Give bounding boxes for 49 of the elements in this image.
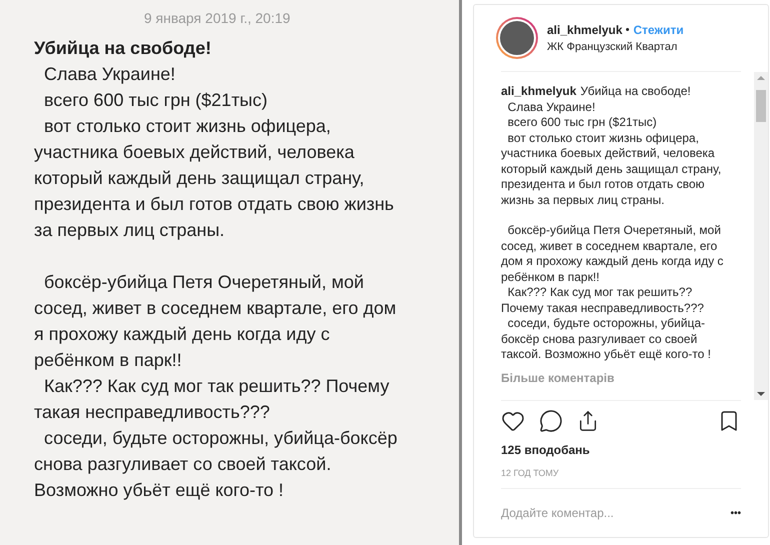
- comment-field[interactable]: Додайте коментар...: [501, 504, 730, 522]
- note-line: ребёнком в парк!!: [34, 349, 182, 372]
- username-link[interactable]: ali_khmelyuk: [547, 20, 622, 39]
- note-line: такая несправедливость???: [34, 401, 270, 424]
- scrollbar[interactable]: [754, 72, 768, 400]
- note-line: за первых лиц страны.: [34, 219, 225, 242]
- note-line: Слава Украине!: [43, 63, 176, 86]
- share-icon[interactable]: [577, 410, 599, 432]
- post-time: 12 ГОД ТОМУ: [500, 466, 560, 480]
- caption-line: жизнь за первых лиц страны.: [501, 192, 664, 208]
- caption-line: сосед, живет в соседнем квартале, его: [501, 238, 718, 254]
- location-link[interactable]: ЖК Французский Квартал: [547, 38, 684, 56]
- note-title: Убийца на свободе!: [34, 37, 212, 60]
- caption-line: вот столько стоит жизнь офицера,: [506, 130, 699, 146]
- caption-line: ребёнком в парк!!: [501, 270, 600, 285]
- comment-icon[interactable]: [539, 408, 563, 432]
- dot-separator-icon: [626, 28, 630, 32]
- note-line: Как??? Как суд мог так решить?? Почему: [43, 375, 390, 398]
- note-line: вот столько стоит жизнь офицера,: [43, 115, 331, 138]
- caption-line: Слава Украине!: [506, 100, 596, 115]
- likes-count[interactable]: 125 вподобань: [474, 440, 768, 458]
- note-line: снова разгуливает со своей таксой.: [34, 453, 332, 476]
- caption-line: который каждый день защищал страну,: [501, 162, 722, 177]
- note-line: я прохожу каждый день когда иду с: [34, 323, 330, 346]
- caption-author-link[interactable]: ali_khmelyuk: [501, 84, 576, 100]
- caption-line: Убийца на свободе!: [580, 84, 691, 100]
- avatar[interactable]: [496, 17, 538, 59]
- note-line: соседи, будьте осторожны, убийца-боксёр: [43, 427, 398, 450]
- caption-line: соседи, будьте осторожны, убийца-: [506, 316, 705, 332]
- caption-line: всего 600 тыс грн ($21тыс): [506, 115, 657, 130]
- caption-line: дом я прохожу каждый день когда иду с: [501, 254, 724, 270]
- note-line: всего 600 тыс грн ($21тыс): [43, 89, 268, 112]
- caption-line: президента и был готов отдать свою: [501, 177, 705, 192]
- scrollbar-thumb[interactable]: [756, 90, 766, 122]
- note-line: президента и был готов отдать свою жизнь: [34, 193, 394, 216]
- note-line: сосед, живет в соседнем квартале, его дом: [34, 297, 396, 320]
- caption-line: боксёр снова разгуливает со своей: [501, 332, 698, 347]
- caption-line: таксой. Возможно убьёт ещё кого-то !: [501, 347, 711, 362]
- caption-line: Как??? Как суд мог так решить??: [506, 285, 692, 300]
- note-line: участника боевых действий, человека: [34, 141, 354, 164]
- more-options-button[interactable]: •••: [730, 506, 741, 520]
- caption-line: участника боевых действий, человека: [501, 146, 715, 162]
- caption-line: Почему такая несправедливость???: [501, 300, 704, 316]
- note-line: Возможно убьёт ещё кого-то !: [34, 479, 284, 502]
- scroll-down-icon[interactable]: [757, 392, 765, 396]
- caption-line: боксёр-убийца Петя Очеретяный, мой: [506, 223, 721, 238]
- note-line: который каждый день защищал страну,: [34, 167, 364, 190]
- note-line: боксёр-убийца Петя Очеретяный, мой: [43, 271, 364, 294]
- note-date: 9 января 2019 г., 20:19: [144, 9, 292, 28]
